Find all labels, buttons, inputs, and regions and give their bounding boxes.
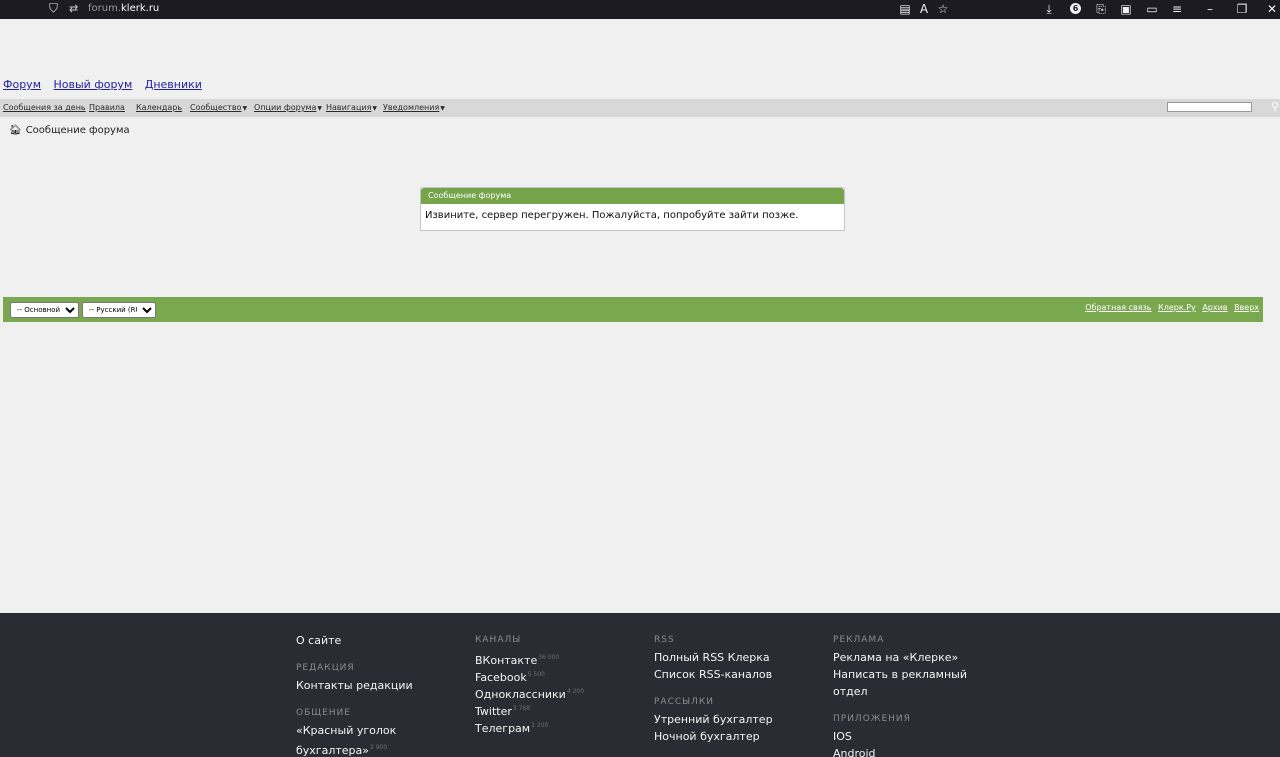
browser-toolbar: ⛉ ⇄ forum.klerk.ru ▤ A ☆ ⤓ 6 ⎘ ▣ ▭ ≡ – ❐… (0, 0, 1280, 19)
dropdown-arrow-icon: ▼ (317, 105, 323, 112)
link-contacts[interactable]: Контакты редакции (296, 677, 466, 694)
nav-item-label: Уведомления (383, 103, 440, 112)
link-ios[interactable]: IOS (833, 728, 1003, 745)
top-links: Форум Новый форум Дневники (3, 78, 211, 91)
extensions-icon[interactable]: ⎘ (1093, 1, 1109, 17)
heading-redaction: РЕДАКЦИЯ (296, 663, 355, 673)
nav-item-navigation[interactable]: Навигация▼ (326, 103, 377, 112)
message-text: Извините, сервер перегружен. Пожалуйста,… (425, 210, 799, 221)
link-vk[interactable]: ВКонтакте36 000 (475, 649, 645, 667)
nav-item-community[interactable]: Сообщество▼ (190, 103, 247, 112)
nav-item-rules[interactable]: Правила (89, 103, 125, 112)
home-icon[interactable]: 🏠︎ (9, 125, 22, 136)
nav-item-label: Сообщения за день (3, 103, 86, 112)
forum-navbar: Сообщения за день Правила Календарь Сооб… (0, 99, 1280, 117)
breadcrumb-label: Сообщение форума (25, 125, 130, 136)
dropdown-arrow-icon: ▼ (440, 105, 445, 112)
link-twitter[interactable]: Twitter3 768 (475, 700, 645, 718)
search-input[interactable] (1167, 102, 1252, 112)
link-morning[interactable]: Утренний бухгалтер (654, 711, 824, 728)
nav-item-forum-options[interactable]: Опции форума▼ (254, 103, 322, 112)
restore-icon[interactable]: ❐ (1234, 1, 1250, 17)
footer-col-ads: РЕКЛАМА Реклама на «Клерке» Написать в р… (833, 632, 1003, 757)
nav-item-label: Навигация (326, 103, 372, 112)
message-box: Сообщение форума Извините, сервер перегр… (420, 187, 845, 231)
link-feedback[interactable]: Обратная связь (1085, 303, 1151, 312)
link-forum[interactable]: Форум (3, 78, 41, 91)
heading-mailings: РАССЫЛКИ (654, 697, 714, 707)
nav-item-notifications[interactable]: Уведомления▼ (383, 103, 445, 112)
nav-item-label: Календарь (136, 103, 183, 112)
language-select[interactable]: -- Русский (RU) (82, 302, 156, 318)
footer-col-channels: КАНАЛЫ ВКонтакте36 000 Facebook5 500 Одн… (475, 632, 645, 735)
heading-ads: РЕКЛАМА (833, 635, 885, 645)
link-write-ads[interactable]: Написать в рекламный (833, 666, 1003, 683)
search-icon[interactable]: ⚲ (1271, 100, 1279, 113)
link-archive[interactable]: Архив (1202, 303, 1227, 312)
nav-item-calendar[interactable]: Календарь (136, 103, 182, 112)
link-full-rss[interactable]: Полный RSS Клерка (654, 649, 824, 666)
link-red-corner[interactable]: «Красный уголок (296, 722, 466, 739)
link-telegram[interactable]: Телеграм1 200 (475, 717, 645, 735)
link-diaries[interactable]: Дневники (145, 78, 202, 91)
container-icon[interactable]: ▣ (1118, 1, 1134, 17)
footer-col-about: О сайте РЕДАКЦИЯ Контакты редакции ОБЩЕН… (296, 632, 466, 757)
footer-links: Обратная связь Клерк.Ру Архив Вверх (1081, 303, 1259, 312)
link-night[interactable]: Ночной бухгалтер (654, 728, 824, 745)
link-new-forum[interactable]: Новый форум (54, 78, 133, 91)
heading-apps: ПРИЛОЖЕНИЯ (833, 714, 911, 724)
forum-footer-bar: -- Основной -- Русский (RU) Обратная свя… (3, 297, 1263, 322)
link-about[interactable]: О сайте (296, 632, 466, 649)
shield-icon[interactable]: ⛉ (49, 1, 58, 16)
link-klerk[interactable]: Клерк.Ру (1158, 303, 1196, 312)
close-icon[interactable]: ✕ (1264, 1, 1280, 17)
link-ads[interactable]: Реклама на «Клерке» (833, 649, 1003, 666)
sidebar-icon[interactable]: ▭ (1144, 1, 1160, 17)
link-red-corner-cont[interactable]: бухгалтера»2 900 (296, 739, 466, 757)
nav-item-today-posts[interactable]: Сообщения за день (3, 103, 86, 112)
bookmark-star-icon[interactable]: ☆ (935, 1, 951, 17)
link-rss-list[interactable]: Список RSS-каналов (654, 666, 824, 683)
account-icon[interactable]: 6 (1070, 3, 1081, 14)
heading-rss: RSS (654, 635, 675, 645)
nav-item-label: Правила (89, 103, 125, 112)
link-top[interactable]: Вверх (1234, 303, 1259, 312)
minimize-icon[interactable]: – (1202, 1, 1218, 17)
menu-icon[interactable]: ≡ (1169, 1, 1185, 17)
link-ok[interactable]: Одноклассники4 200 (475, 683, 645, 701)
link-facebook[interactable]: Facebook5 500 (475, 666, 645, 684)
reader-view-icon[interactable]: ▤ (897, 1, 913, 17)
dropdown-arrow-icon: ▼ (372, 105, 378, 112)
address-bar[interactable]: forum.klerk.ru (88, 3, 159, 14)
translate-icon[interactable]: A (916, 1, 932, 17)
permissions-icon[interactable]: ⇄ (69, 2, 78, 15)
heading-talk: ОБЩЕНИЕ (296, 708, 351, 718)
nav-item-label: Сообщество (190, 103, 242, 112)
download-icon[interactable]: ⤓ (1041, 1, 1057, 17)
footer-col-rss: RSS Полный RSS Клерка Список RSS-каналов… (654, 632, 824, 745)
nav-item-label: Опции форума (254, 103, 317, 112)
message-title: Сообщение форума (421, 188, 844, 204)
breadcrumb: 🏠︎ Сообщение форума (9, 125, 130, 136)
site-footer: О сайте РЕДАКЦИЯ Контакты редакции ОБЩЕН… (0, 613, 1280, 757)
style-select[interactable]: -- Основной (10, 302, 79, 318)
heading-channels: КАНАЛЫ (475, 635, 522, 645)
dropdown-arrow-icon: ▼ (242, 105, 248, 112)
link-write-ads-cont[interactable]: отдел (833, 683, 1003, 700)
link-android[interactable]: Android (833, 745, 1003, 757)
